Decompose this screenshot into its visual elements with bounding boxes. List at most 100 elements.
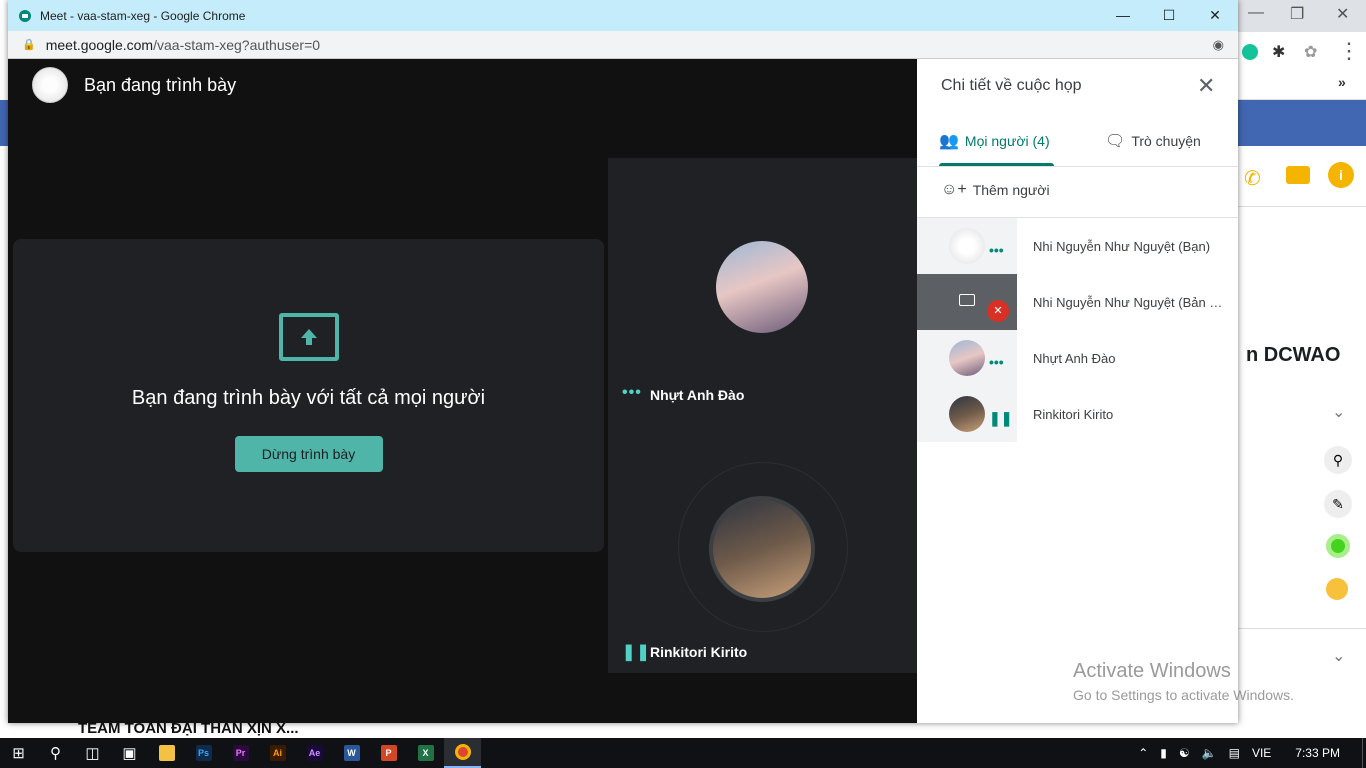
chevron-up-icon[interactable]: ⌃: [1138, 746, 1148, 760]
video-icon[interactable]: [1286, 166, 1310, 184]
list-item[interactable]: ❚❚ Rinkitori Kirito: [917, 386, 1238, 442]
audio-indicator-icon: ❚❚: [622, 644, 651, 661]
participant-name: Nhựt Anh Đào: [650, 387, 745, 403]
grammarly-icon[interactable]: [1242, 44, 1258, 60]
participant-name: Rinkitori Kirito: [1033, 406, 1114, 422]
menu-icon[interactable]: ⋮: [1338, 38, 1360, 64]
info-icon[interactable]: i: [1328, 162, 1354, 188]
after-effects-icon[interactable]: Ae: [296, 738, 333, 768]
powerpoint-icon[interactable]: P: [370, 738, 407, 768]
chevron-down-icon[interactable]: ⌄: [1332, 646, 1345, 666]
audio-indicator-icon: •••: [622, 384, 642, 401]
store-icon[interactable]: ▣: [111, 738, 148, 768]
add-person-label: Thêm người: [972, 182, 1050, 198]
meet-favicon-icon: [19, 9, 31, 22]
url-host: meet.google.com: [45, 36, 154, 53]
participant-name: Nhi Nguyễn Như Nguyệt (Bản trình bày): [1033, 294, 1223, 310]
lock-icon[interactable]: 🔒: [22, 38, 36, 51]
clock[interactable]: 7:33 PM: [1295, 746, 1340, 760]
windows-start-icon[interactable]: ⊞: [0, 738, 37, 768]
restore-icon[interactable]: ❐: [1290, 4, 1304, 24]
add-person-icon: ☺+: [941, 181, 967, 198]
conversation-title: n DCWAO: [1246, 344, 1341, 366]
url-path: /vaa-stam-xeg?authuser=0: [153, 36, 321, 53]
photoshop-icon[interactable]: Ps: [185, 738, 222, 768]
volume-icon[interactable]: 🔈: [1202, 746, 1217, 760]
excel-icon[interactable]: X: [407, 738, 444, 768]
presenting-message: Bạn đang trình bày với tất cả mọi người: [131, 387, 486, 409]
audio-indicator-icon: •••: [989, 242, 1004, 258]
audio-indicator-icon: ❚❚: [989, 410, 1013, 426]
search-icon[interactable]: ⚲: [37, 738, 74, 768]
participant-tile[interactable]: ••• Nhựt Anh Đào: [608, 158, 917, 416]
add-person-button[interactable]: ☺+ Thêm người: [941, 181, 1050, 199]
present-screen-icon: [278, 313, 339, 361]
list-item[interactable]: ••• Nhựt Anh Đào: [917, 330, 1238, 386]
tab-chat-label: Trò chuyện: [1131, 133, 1201, 149]
close-icon[interactable]: ✕: [1197, 73, 1215, 99]
tab-people[interactable]: 👥 Mọi người (4): [939, 131, 1050, 151]
panel-title: Chi tiết về cuộc họp: [941, 77, 1082, 94]
avatar: [949, 340, 985, 376]
participant-thumbnail: •••: [917, 330, 1017, 386]
present-screen-icon: [959, 294, 975, 306]
people-icon: 👥: [939, 133, 959, 150]
minimize-icon[interactable]: —: [1248, 4, 1264, 22]
stop-presenting-button[interactable]: Dừng trình bày: [234, 436, 383, 472]
meet-main-area: Bạn đang trình bày Bạn đang trình bày vớ…: [8, 59, 917, 723]
background-toolbar: ✱ ✿ ⋮ »: [1238, 32, 1366, 100]
windows-taskbar: ⊞ ⚲ ◫ ▣ Ps Pr Ai Ae W P X ⌃ ▮ ☯ 🔈 ▤ VIE …: [0, 738, 1366, 768]
phone-icon[interactable]: ✆: [1244, 166, 1261, 191]
chat-icon: 🗨: [1105, 133, 1126, 150]
list-item[interactable]: ••• Nhi Nguyễn Như Nguyệt (Bạn): [917, 218, 1238, 274]
theme-color-icon[interactable]: [1326, 534, 1350, 558]
chrome-icon[interactable]: [444, 738, 481, 768]
word-icon[interactable]: W: [333, 738, 370, 768]
window-title: Meet - vaa-stam-xeg - Google Chrome: [40, 8, 246, 23]
avatar: [709, 496, 815, 602]
close-icon[interactable]: ✕: [1336, 4, 1349, 24]
extensions-icon[interactable]: ✱: [1272, 42, 1285, 62]
participant-name: Nhựt Anh Đào: [1033, 350, 1116, 366]
meet-header: Bạn đang trình bày: [32, 67, 236, 103]
avatar: [949, 396, 985, 432]
battery-icon[interactable]: ▮: [1160, 746, 1167, 760]
premiere-icon[interactable]: Pr: [222, 738, 259, 768]
notification-icon[interactable]: ▤: [1229, 746, 1240, 760]
profile-icon[interactable]: ✿: [1304, 42, 1317, 62]
edit-icon[interactable]: ✎: [1324, 490, 1352, 518]
active-tab-indicator: [939, 163, 1054, 166]
messenger-sidebar: ✆ i ⌄ ⚲ ✎ ⌄: [1238, 146, 1366, 738]
audio-indicator-icon: •••: [989, 354, 1004, 370]
participant-tile[interactable]: ❚❚ Rinkitori Kirito: [608, 416, 917, 673]
avatar: [32, 67, 68, 103]
language-indicator[interactable]: VIE: [1252, 746, 1271, 760]
file-explorer-icon[interactable]: [148, 738, 185, 768]
window-titlebar: Meet - vaa-stam-xeg - Google Chrome — ☐ …: [8, 0, 1238, 31]
close-icon[interactable]: ✕: [1192, 7, 1238, 24]
avatar: [716, 241, 808, 333]
meet-popup-window: Meet - vaa-stam-xeg - Google Chrome — ☐ …: [8, 0, 1238, 723]
participant-thumbnail: •••: [917, 218, 1017, 274]
task-view-icon[interactable]: ◫: [74, 738, 111, 768]
presenting-card: Bạn đang trình bày với tất cả mọi người …: [13, 239, 604, 552]
camera-in-use-icon[interactable]: ◉: [1213, 37, 1224, 53]
meeting-details-panel: Chi tiết về cuộc họp ✕ 👥 Mọi người (4) 🗨…: [917, 59, 1238, 723]
presentation-thumbnail: ✕: [917, 274, 1017, 330]
tab-chat[interactable]: 🗨 Trò chuyện: [1105, 131, 1201, 151]
minimize-icon[interactable]: —: [1100, 7, 1146, 24]
chevron-down-icon[interactable]: ⌄: [1332, 402, 1345, 422]
search-icon[interactable]: ⚲: [1324, 446, 1352, 474]
address-bar[interactable]: 🔒 meet.google.com/vaa-stam-xeg?authuser=…: [8, 31, 1238, 59]
presenting-title: Bạn đang trình bày: [84, 74, 237, 95]
chevron-right-icon[interactable]: »: [1338, 74, 1346, 90]
avatar: [949, 228, 985, 264]
illustrator-icon[interactable]: Ai: [259, 738, 296, 768]
system-tray: ⌃ ▮ ☯ 🔈 ▤ VIE 7:33 PM: [1132, 738, 1366, 768]
show-desktop-button[interactable]: [1362, 738, 1366, 768]
list-item[interactable]: ✕ Nhi Nguyễn Như Nguyệt (Bản trình bày): [917, 274, 1238, 330]
maximize-icon[interactable]: ☐: [1146, 7, 1192, 24]
wifi-icon[interactable]: ☯: [1179, 746, 1190, 760]
participant-name: Nhi Nguyễn Như Nguyệt (Bạn): [1033, 238, 1211, 254]
emoji-icon[interactable]: [1326, 578, 1348, 600]
